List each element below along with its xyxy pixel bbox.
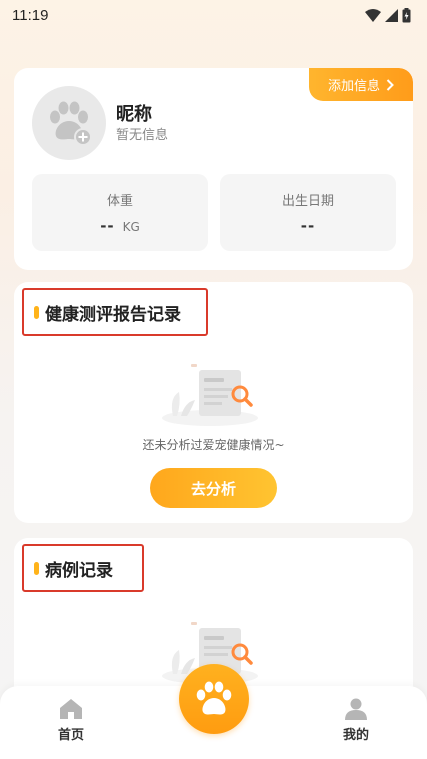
battery-icon <box>402 7 411 22</box>
nav-mine[interactable]: 我的 <box>316 698 396 743</box>
chevron-right-icon <box>386 78 394 91</box>
paw-icon <box>196 681 232 715</box>
weight-value: -- <box>100 217 115 235</box>
birth-value-row: -- <box>301 217 315 235</box>
signal-icon <box>385 8 398 22</box>
birth-label: 出生日期 <box>281 194 334 209</box>
title-accent-bar <box>34 561 39 575</box>
health-report-title-text: 健康测评报告记录 <box>45 304 181 325</box>
case-record-title: 病例记录 <box>22 544 144 592</box>
paw-placeholder-icon <box>50 101 92 146</box>
analyze-button[interactable]: 去分析 <box>150 468 277 508</box>
case-record-title-text: 病例记录 <box>45 560 113 581</box>
weight-unit: KG <box>122 220 140 234</box>
weight-box: 体重 -- KG <box>32 174 208 251</box>
empty-report-illustration-icon <box>162 364 258 426</box>
nav-home-label: 首页 <box>57 728 84 743</box>
center-paw-button[interactable] <box>179 664 249 734</box>
profile-card: 添加信息 昵称 暂无信息 体重 -- KG 出生日期 -- <box>14 68 413 270</box>
weight-value-row: -- KG <box>100 217 140 235</box>
nickname: 昵称 <box>116 104 152 125</box>
title-accent-bar <box>34 305 39 319</box>
status-icons <box>365 7 411 23</box>
nav-home[interactable]: 首页 <box>31 698 111 743</box>
profile-subtitle: 暂无信息 <box>116 128 169 143</box>
profile-icon <box>345 698 367 720</box>
birth-value: -- <box>300 217 316 235</box>
birth-box: 出生日期 -- <box>220 174 396 251</box>
empty-report-text: 还未分析过爱宠健康情况~ <box>142 438 285 452</box>
add-info-label: 添加信息 <box>327 79 380 94</box>
health-report-card: 健康测评报告记录 还未分析过爱宠健康情况~ 去分析 <box>14 282 413 523</box>
wifi-icon <box>365 8 381 22</box>
status-time: 11:19 <box>12 6 49 24</box>
nav-mine-label: 我的 <box>342 728 369 743</box>
avatar[interactable] <box>32 86 106 160</box>
home-icon <box>60 699 82 719</box>
add-info-button[interactable]: 添加信息 <box>309 68 413 101</box>
weight-label: 体重 <box>106 194 133 209</box>
status-bar: 11:19 <box>0 0 427 30</box>
health-report-title: 健康测评报告记录 <box>22 288 208 336</box>
